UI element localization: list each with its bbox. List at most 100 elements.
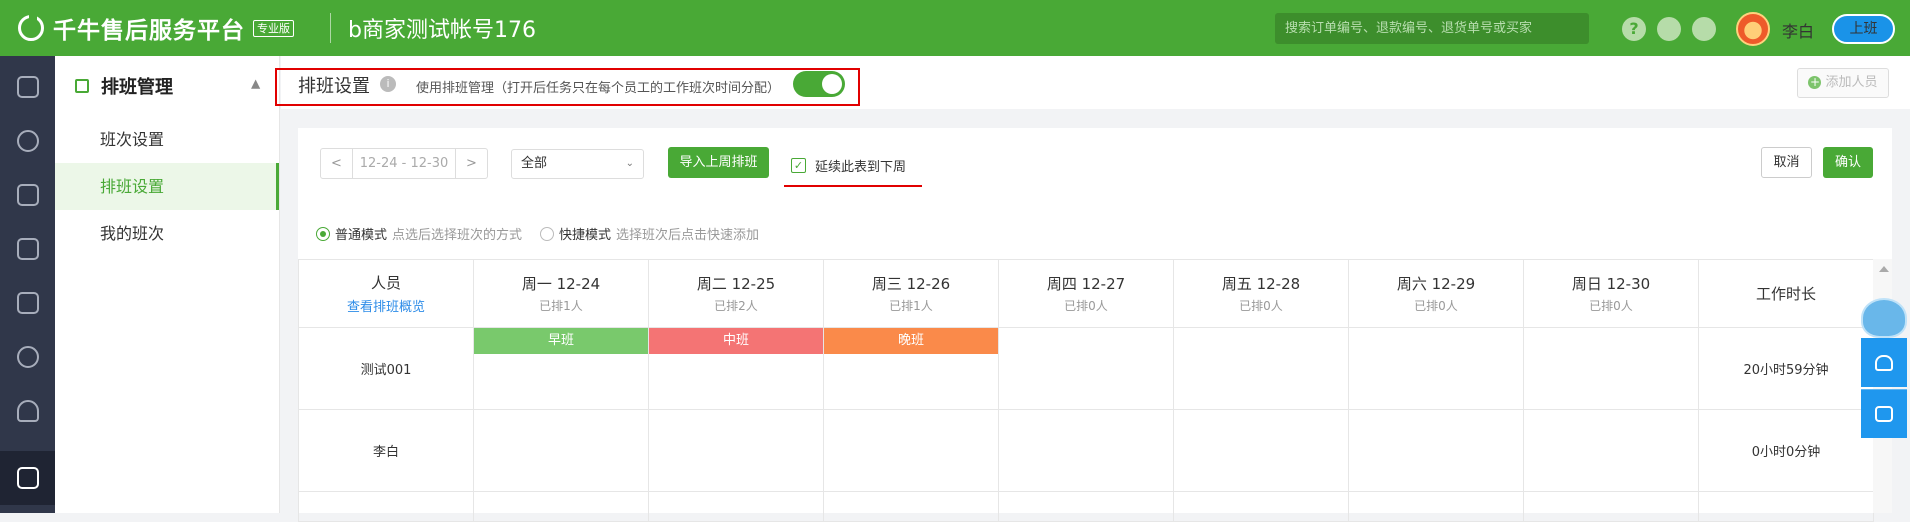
schedule-cell[interactable]	[1348, 491, 1524, 522]
prev-week-button[interactable]: <	[321, 149, 352, 178]
person-name: 李白	[298, 409, 474, 492]
user-name[interactable]: 李白	[1782, 18, 1814, 42]
normal-mode-radio[interactable]	[316, 226, 330, 241]
schedule-cell[interactable]: 早班	[473, 327, 649, 410]
shift-block-late[interactable]: 晚班	[824, 328, 998, 354]
rail-compass-icon[interactable]	[0, 330, 55, 384]
sidebar-item-schedule-settings[interactable]: 排班设置	[55, 163, 279, 210]
checkbox-check-icon[interactable]: ✓	[791, 158, 806, 173]
left-rail	[0, 56, 55, 513]
schedule-cell[interactable]	[998, 409, 1174, 492]
continue-next-week-checkbox[interactable]: ✓ 延续此表到下周	[791, 156, 906, 175]
day-header-thu: 周四 12-27 已排0人	[998, 259, 1174, 328]
table-row	[298, 491, 1874, 522]
schedule-cell[interactable]	[1348, 409, 1524, 492]
bell-icon[interactable]	[1657, 17, 1681, 41]
quick-mode-hint: 选择班次后点击快速添加	[616, 228, 760, 243]
search-input[interactable]: 搜索订单编号、退款编号、退货单号或买家	[1275, 13, 1589, 44]
day-label: 周二 12-25	[696, 275, 776, 293]
cancel-button[interactable]: 取消	[1761, 147, 1812, 178]
work-hours: 0小时0分钟	[1698, 409, 1874, 492]
day-label: 周四 12-27	[1046, 275, 1126, 293]
schedule-overview-link[interactable]: 查看排班概览	[299, 296, 473, 315]
shift-block-early[interactable]: 早班	[474, 328, 648, 354]
next-week-button[interactable]: >	[456, 149, 487, 178]
sidebar-item-shift-settings[interactable]: 班次设置	[55, 116, 279, 163]
schedule-cell[interactable]	[648, 409, 824, 492]
mascot-icon[interactable]	[1861, 298, 1907, 338]
chevron-up-icon[interactable]: ▼	[251, 78, 260, 92]
calendar-icon	[16, 467, 39, 489]
sidebar-group-header[interactable]: 排班管理	[55, 56, 279, 116]
schedule-cell[interactable]	[1523, 327, 1699, 410]
avatar[interactable]	[1736, 12, 1770, 46]
schedule-cell[interactable]	[1523, 409, 1699, 492]
person-column-header: 人员 查看排班概览	[298, 259, 474, 328]
notification-float-button[interactable]	[1861, 338, 1907, 387]
logo[interactable]: 千牛售后服务平台 专业版	[18, 11, 294, 45]
schedule-cell[interactable]	[1173, 409, 1349, 492]
day-count: 已排1人	[539, 299, 583, 313]
schedule-cell[interactable]	[473, 491, 649, 522]
week-range: 12-24 - 12-30	[352, 149, 456, 178]
rocket-icon	[16, 184, 39, 206]
duty-status-button[interactable]: 上班	[1832, 14, 1895, 44]
sidebar: 排班管理 ▼ 班次设置 排班设置 我的班次	[55, 56, 280, 513]
day-header-mon: 周一 12-24 已排1人	[473, 259, 649, 328]
clock-icon[interactable]	[1692, 17, 1716, 41]
person-name: 测试001	[298, 327, 474, 410]
quick-mode-radio[interactable]	[540, 226, 555, 241]
edition-badge: 专业版	[253, 19, 294, 37]
staff-filter-select[interactable]: 全部 ⌄	[511, 149, 644, 179]
day-label: 周三 12-26	[871, 275, 951, 293]
shift-block-middle[interactable]: 中班	[649, 328, 823, 354]
rail-yuan-icon[interactable]	[0, 114, 55, 168]
brand-name: 千牛售后服务平台	[53, 18, 245, 44]
home-icon	[16, 76, 39, 98]
schedule-cell[interactable]: 晚班	[823, 327, 999, 410]
bell-icon	[1875, 354, 1893, 371]
day-label: 周日 12-30	[1571, 275, 1651, 293]
day-label: 周六 12-29	[1396, 275, 1476, 293]
schedule-cell[interactable]	[998, 491, 1174, 522]
rail-home-icon[interactable]	[0, 60, 55, 114]
help-icon[interactable]: ?	[1622, 17, 1646, 41]
chat-float-button[interactable]	[1861, 389, 1907, 438]
schedule-cell[interactable]	[1348, 327, 1524, 410]
schedule-cell[interactable]	[823, 409, 999, 492]
rail-list-icon[interactable]	[0, 222, 55, 276]
schedule-cell[interactable]: 中班	[648, 327, 824, 410]
schedule-cell[interactable]	[1523, 491, 1699, 522]
rail-calendar-icon[interactable]	[0, 451, 55, 505]
schedule-cell[interactable]	[823, 491, 999, 522]
day-count: 已排0人	[1239, 299, 1283, 313]
day-count: 已排1人	[889, 299, 933, 313]
person-header-label: 人员	[370, 274, 401, 292]
schedule-cell[interactable]	[1173, 327, 1349, 410]
normal-mode-label[interactable]: 普通模式	[335, 224, 387, 243]
add-staff-button[interactable]: 添加人员	[1797, 68, 1889, 98]
rail-rocket-icon[interactable]	[0, 168, 55, 222]
schedule-cell[interactable]	[473, 409, 649, 492]
rail-people-icon[interactable]	[0, 384, 55, 438]
yuan-icon	[16, 130, 39, 152]
sidebar-item-my-shifts[interactable]: 我的班次	[55, 210, 279, 257]
import-last-week-button[interactable]: 导入上周排班	[668, 147, 769, 178]
account-name: b商家测试帐号176	[348, 18, 536, 43]
confirm-button[interactable]: 确认	[1823, 147, 1873, 178]
day-label: 周五 12-28	[1221, 275, 1301, 293]
sidebar-group-title: 排班管理	[101, 77, 173, 98]
info-icon[interactable]: i	[380, 76, 396, 92]
schedule-cell[interactable]	[648, 491, 824, 522]
schedule-cell[interactable]	[998, 327, 1174, 410]
schedule-toggle[interactable]	[793, 71, 845, 97]
quick-mode-label[interactable]: 快捷模式	[559, 224, 611, 243]
rail-service-icon[interactable]	[0, 276, 55, 330]
day-count: 已排2人	[714, 299, 758, 313]
schedule-cell[interactable]	[1173, 491, 1349, 522]
day-header-sat: 周六 12-29 已排0人	[1348, 259, 1524, 328]
day-count: 已排0人	[1064, 299, 1108, 313]
table-row: 李白 0小时0分钟	[298, 409, 1874, 492]
week-pager: < 12-24 - 12-30 >	[320, 148, 488, 179]
scroll-up-arrow-icon[interactable]	[1879, 266, 1889, 272]
